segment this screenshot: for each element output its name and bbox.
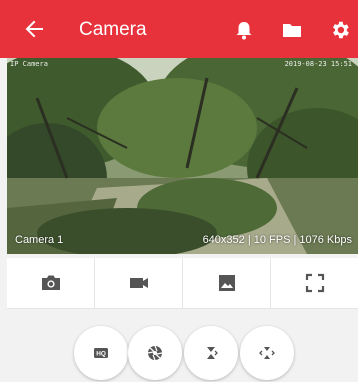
gear-icon[interactable]	[329, 19, 351, 41]
aperture-button[interactable]	[128, 326, 182, 380]
fullscreen-button[interactable]	[271, 258, 358, 308]
hq-icon: HQ	[94, 348, 108, 358]
camera-icon	[41, 275, 60, 290]
snapshot-button[interactable]	[7, 258, 95, 308]
camera-name-label: Camera 1	[15, 234, 64, 246]
osd-timestamp: 2019-08-23 15:51	[284, 60, 352, 68]
zoom-in-button[interactable]	[184, 326, 238, 380]
arrow-left-icon[interactable]	[24, 19, 44, 39]
gallery-button[interactable]	[183, 258, 271, 308]
stream-stats: 640x352 | 10 FPS | 1076 Kbps	[202, 234, 352, 246]
zoom-in-icon	[207, 347, 218, 359]
hq-button[interactable]: HQ	[74, 326, 128, 380]
camera-video-feed[interactable]: IP Camera 2019-08-23 15:51 Camera 1 640x…	[7, 58, 358, 254]
page-title: Camera	[79, 19, 147, 40]
folder-icon[interactable]	[281, 19, 303, 41]
zoom-out-button[interactable]	[240, 326, 294, 380]
hq-label: HQ	[96, 351, 106, 358]
camera-toolbar	[7, 258, 358, 309]
action-buttons: HQ	[0, 322, 358, 382]
osd-camera-name: IP Camera	[10, 60, 48, 68]
app-bar: Camera	[0, 0, 358, 58]
image-icon	[218, 275, 235, 291]
fullscreen-icon	[305, 273, 324, 293]
video-frame	[7, 58, 358, 254]
record-video-button[interactable]	[95, 258, 183, 308]
zoom-out-icon	[259, 347, 275, 359]
bell-icon[interactable]	[233, 19, 255, 41]
video-camera-icon	[129, 278, 148, 288]
aperture-icon	[147, 345, 163, 361]
